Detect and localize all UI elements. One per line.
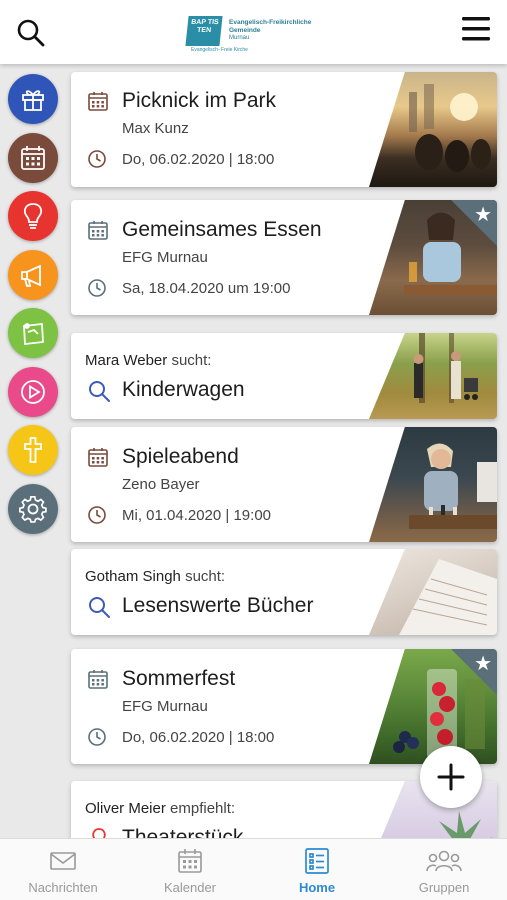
event-title: Sommerfest bbox=[122, 667, 236, 690]
bottom-tab-bar: Nachrichten Kalender Home Gruppen bbox=[0, 838, 507, 900]
calendar-icon bbox=[178, 849, 202, 873]
rail-calendar-button[interactable] bbox=[8, 132, 58, 183]
megaphone-icon bbox=[21, 264, 41, 287]
event-title: Gemeinsames Essen bbox=[122, 218, 322, 241]
category-rail bbox=[8, 74, 58, 542]
search-image-books bbox=[369, 549, 497, 635]
tab-kalender[interactable]: Kalender bbox=[127, 839, 253, 900]
church-logo[interactable]: BAP TIS TEN Evangelisch- Freie Kirche Ev… bbox=[185, 16, 327, 54]
tab-label: Kalender bbox=[163, 880, 217, 895]
event-organizer: EFG Murnau bbox=[122, 698, 208, 715]
event-card[interactable]: Picknick im Park Max Kunz Do, 06.02.2020… bbox=[71, 72, 497, 187]
logo-org-name: Evangelisch-Freikirchliche Gemeinde bbox=[229, 19, 312, 34]
search-icon bbox=[89, 597, 110, 618]
event-card[interactable]: Sommerfest EFG Murnau Do, 06.02.2020 | 1… bbox=[71, 649, 497, 764]
tab-nachrichten[interactable]: Nachrichten bbox=[0, 839, 126, 900]
star-icon: ★ bbox=[474, 204, 492, 226]
play-icon bbox=[21, 379, 45, 404]
event-title: Spieleabend bbox=[122, 445, 239, 468]
search-user: Mara Weber bbox=[85, 352, 168, 369]
calendar-icon bbox=[21, 145, 45, 170]
lightbulb-icon bbox=[23, 203, 43, 229]
event-organizer: EFG Murnau bbox=[122, 249, 208, 266]
tab-label: Nachrichten bbox=[28, 880, 98, 895]
calendar-icon bbox=[88, 448, 108, 467]
envelope-icon bbox=[50, 852, 76, 870]
search-verb: sucht: bbox=[185, 568, 226, 585]
search-user: Gotham Singh bbox=[85, 568, 181, 585]
event-organizer: Max Kunz bbox=[122, 120, 189, 137]
calendar-icon bbox=[88, 221, 108, 240]
search-icon bbox=[89, 381, 110, 402]
group-icon bbox=[426, 850, 462, 872]
event-title: Picknick im Park bbox=[122, 89, 277, 112]
search-item: Kinderwagen bbox=[122, 378, 245, 401]
search-card[interactable]: Gotham Singh sucht: Lesenswerte Bücher bbox=[71, 549, 497, 635]
hamburger-menu-icon[interactable] bbox=[461, 16, 491, 42]
search-image-stroller bbox=[369, 333, 497, 419]
event-date: Sa, 18.04.2020 um 19:00 bbox=[122, 280, 291, 297]
add-button[interactable] bbox=[420, 746, 482, 808]
rail-announcements-button[interactable] bbox=[8, 249, 58, 300]
tab-label: Home bbox=[298, 880, 336, 895]
rail-pinboard-button[interactable] bbox=[8, 308, 58, 358]
rail-settings-button[interactable] bbox=[8, 483, 58, 534]
recommendation-author: Oliver Meier empfiehlt: bbox=[85, 800, 235, 817]
star-icon: ★ bbox=[474, 653, 492, 675]
event-image-chess bbox=[369, 427, 497, 542]
event-date: Mi, 01.04.2020 | 19:00 bbox=[122, 507, 272, 524]
list-icon bbox=[305, 848, 329, 874]
rail-faith-button[interactable] bbox=[8, 425, 58, 475]
plus-icon bbox=[437, 763, 465, 791]
event-card[interactable]: Spieleabend Zeno Bayer Mi, 01.04.2020 | … bbox=[71, 427, 497, 542]
cross-icon bbox=[24, 437, 42, 463]
pinboard-icon bbox=[23, 323, 44, 345]
calendar-icon bbox=[88, 670, 108, 689]
rail-media-button[interactable] bbox=[8, 366, 58, 417]
clock-icon bbox=[88, 150, 106, 168]
gear-icon bbox=[19, 495, 47, 523]
event-date: Do, 06.02.2020 | 18:00 bbox=[122, 729, 275, 746]
search-item: Lesenswerte Bücher bbox=[122, 594, 314, 617]
app-header: BAP TIS TEN Evangelisch- Freie Kirche Ev… bbox=[0, 0, 507, 64]
recommendation-user: Oliver Meier bbox=[85, 800, 166, 817]
calendar-icon bbox=[88, 92, 108, 111]
search-icon[interactable] bbox=[16, 18, 46, 48]
search-verb: sucht: bbox=[171, 352, 212, 369]
search-author: Gotham Singh sucht: bbox=[85, 568, 225, 585]
event-date: Do, 06.02.2020 | 18:00 bbox=[122, 151, 275, 168]
gift-icon bbox=[22, 90, 44, 111]
tab-gruppen[interactable]: Gruppen bbox=[381, 839, 507, 900]
rail-gift-button[interactable] bbox=[8, 74, 58, 124]
tab-label: Gruppen bbox=[418, 880, 470, 895]
event-card[interactable]: Gemeinsames Essen EFG Murnau Sa, 18.04.2… bbox=[71, 200, 497, 315]
logo-mark: BAP TIS TEN bbox=[185, 16, 223, 46]
logo-subtext: Evangelisch- Freie Kirche bbox=[191, 47, 248, 53]
event-organizer: Zeno Bayer bbox=[122, 476, 200, 493]
rail-ideas-button[interactable] bbox=[8, 191, 58, 241]
clock-icon bbox=[88, 506, 106, 524]
search-author: Mara Weber sucht: bbox=[85, 352, 211, 369]
logo-place: Murnau bbox=[229, 35, 250, 41]
search-card[interactable]: Mara Weber sucht: Kinderwagen bbox=[71, 333, 497, 419]
tab-home[interactable]: Home bbox=[254, 839, 380, 900]
recommendation-verb: empfiehlt: bbox=[170, 800, 236, 817]
event-image-picnic bbox=[369, 72, 497, 187]
clock-icon bbox=[88, 279, 106, 297]
clock-icon bbox=[88, 728, 106, 746]
